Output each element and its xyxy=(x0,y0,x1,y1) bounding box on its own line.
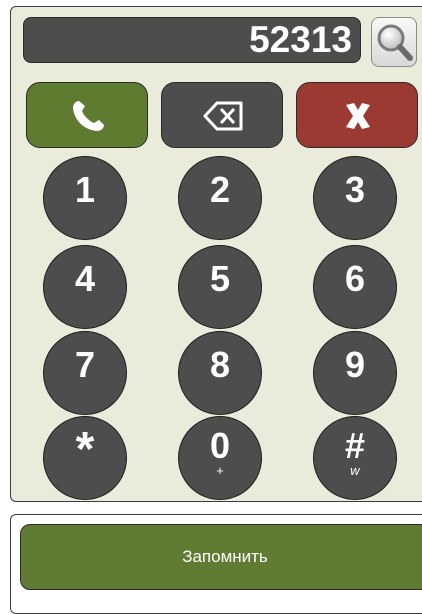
key-digit: 3 xyxy=(344,169,366,210)
backspace-icon xyxy=(203,101,243,131)
key-digit: 2 xyxy=(209,169,231,210)
key-hash[interactable]: # w xyxy=(313,416,397,500)
key-digit: 6 xyxy=(344,258,366,299)
key-2[interactable]: 2 xyxy=(178,156,262,240)
key-digit: # xyxy=(344,425,366,466)
key-6[interactable]: 6 xyxy=(313,245,397,329)
key-digit: * xyxy=(75,423,95,476)
key-sub-label: w xyxy=(350,463,360,478)
key-sub-label: + xyxy=(216,463,224,478)
key-7[interactable]: 7 xyxy=(43,331,127,415)
hangup-button[interactable] xyxy=(296,82,418,148)
search-icon xyxy=(377,24,413,61)
key-digit: 0 xyxy=(209,425,231,466)
key-0[interactable]: 0 + xyxy=(178,416,262,500)
key-digit: 7 xyxy=(74,344,96,385)
key-1[interactable]: 1 xyxy=(43,156,127,240)
key-digit: 9 xyxy=(344,344,366,385)
key-3[interactable]: 3 xyxy=(313,156,397,240)
backspace-button[interactable] xyxy=(161,82,283,148)
key-digit: 1 xyxy=(74,169,96,210)
key-star[interactable]: * xyxy=(43,416,127,500)
key-8[interactable]: 8 xyxy=(178,331,262,415)
search-button[interactable] xyxy=(371,17,417,67)
key-digit: 8 xyxy=(209,344,231,385)
key-4[interactable]: 4 xyxy=(43,245,127,329)
call-button[interactable] xyxy=(26,82,148,148)
close-icon xyxy=(346,103,370,129)
phone-icon xyxy=(73,101,104,131)
save-button[interactable]: Запомнить xyxy=(20,524,422,590)
phone-number-display[interactable]: 52313 xyxy=(23,17,361,63)
key-5[interactable]: 5 xyxy=(178,245,262,329)
key-digit: 4 xyxy=(74,258,96,299)
key-9[interactable]: 9 xyxy=(313,331,397,415)
key-digit: 5 xyxy=(209,258,231,299)
